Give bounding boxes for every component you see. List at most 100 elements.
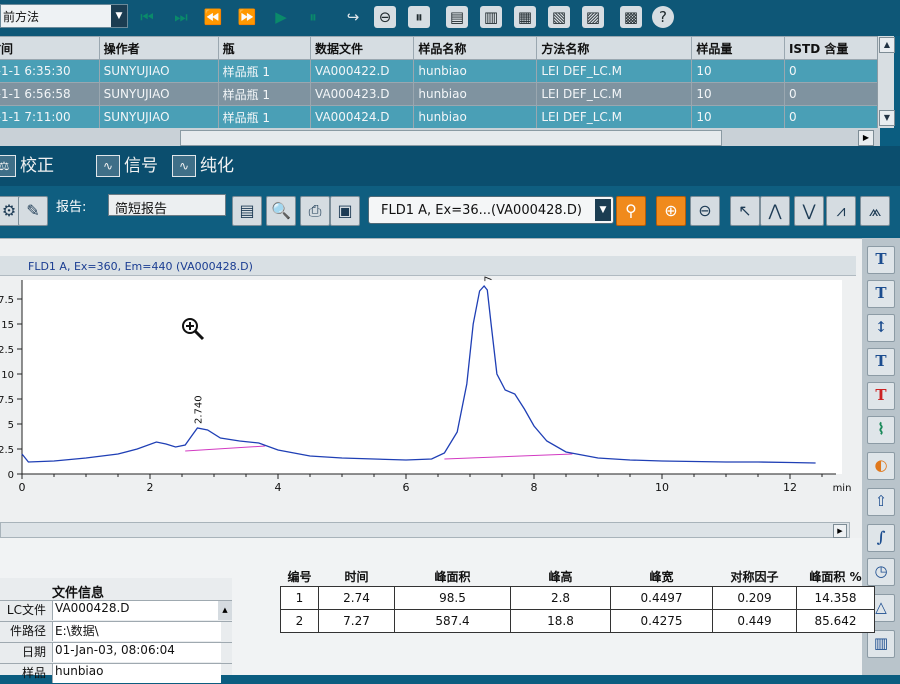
- integrate-icon[interactable]: ∫: [867, 524, 895, 552]
- report-icon[interactable]: ▨: [582, 6, 604, 28]
- calibration-icon: ⚖: [0, 155, 16, 177]
- sequence-horizontal-scrollbar[interactable]: ▶: [0, 128, 880, 146]
- scroll-right-icon[interactable]: ▶: [858, 130, 874, 146]
- play-icon[interactable]: ▶: [270, 6, 292, 28]
- chevron-down-icon[interactable]: ▼: [595, 199, 611, 221]
- method-select-label: 前方法: [3, 10, 40, 24]
- report-field[interactable]: 简短报告: [108, 194, 226, 217]
- column-header[interactable]: 时间: [0, 36, 100, 60]
- sequence-table-icon[interactable]: ▤: [446, 6, 468, 28]
- x-tick-label: 6: [403, 481, 410, 494]
- signal-select[interactable]: FLD1 A, Ex=36...(VA000428.D) ▼: [368, 196, 614, 224]
- peak-multi-icon[interactable]: ⩘: [826, 196, 856, 226]
- preview-icon[interactable]: 🔍: [266, 196, 296, 226]
- help-icon[interactable]: ?: [652, 6, 674, 28]
- print-icon[interactable]: ▧: [548, 6, 570, 28]
- pie-icon[interactable]: ◐: [867, 452, 895, 480]
- method-select[interactable]: 前方法 ▼: [0, 4, 128, 28]
- column-header[interactable]: 样品名称: [413, 36, 538, 60]
- y-tick-label: 0: [8, 470, 14, 481]
- stop-icon[interactable]: ⊖: [374, 6, 396, 28]
- tab-signal-label: 信号: [124, 156, 158, 176]
- pause-circle-icon[interactable]: ⏸: [408, 6, 430, 28]
- table-cell: 0: [783, 105, 880, 128]
- report-layout-icon[interactable]: ▤: [232, 196, 262, 226]
- peak-split-icon[interactable]: ⩕: [860, 196, 890, 226]
- peak-cell: 85.642: [796, 609, 875, 633]
- cursor-tool-icon[interactable]: ⚲: [616, 196, 646, 226]
- peak-cell: 14.358: [796, 586, 875, 610]
- peak-row[interactable]: 2 7.27 587.4 18.8 0.4275 0.449 85.642: [280, 609, 875, 633]
- chart-horizontal-scrollbar[interactable]: ▶: [0, 522, 850, 538]
- table-cell: 10: [691, 82, 785, 106]
- table-row[interactable]: 3-1-1 7:11:00SUNYUJIAO样品瓶 1VA000424.Dhun…: [0, 105, 880, 128]
- scroll-down-icon[interactable]: ▼: [879, 110, 895, 126]
- chevron-down-icon[interactable]: ▼: [111, 5, 127, 27]
- peak-column-header: 峰面积: [434, 569, 471, 584]
- table-row[interactable]: 3-1-1 6:56:58SUNYUJIAO样品瓶 1VA000423.Dhun…: [0, 82, 880, 106]
- redo-icon[interactable]: ↪: [342, 6, 364, 28]
- x-tick-label: 12: [783, 481, 797, 494]
- file-info-key: 件路径: [9, 624, 46, 638]
- column-header[interactable]: 瓶: [217, 36, 312, 60]
- text-T-icon[interactable]: T: [867, 280, 895, 308]
- scroll-thumb[interactable]: [180, 130, 722, 146]
- x-tick-label: 2: [147, 481, 154, 494]
- peak-icon[interactable]: ⌇: [867, 416, 895, 444]
- zoom-out-icon[interactable]: ⊖: [690, 196, 720, 226]
- x-tick-label: 8: [531, 481, 538, 494]
- prev-mark-icon[interactable]: ⏭: [170, 6, 192, 28]
- tab-purify[interactable]: ∿ 纯化: [172, 154, 234, 178]
- file-info-key: LC文件: [6, 603, 46, 617]
- plot-area: [22, 280, 842, 474]
- save-icon[interactable]: ▦: [514, 6, 536, 28]
- peak-down-icon[interactable]: ⋁: [794, 196, 824, 226]
- column-header[interactable]: 数据文件: [309, 36, 415, 60]
- y-tick-label: 17.5: [0, 295, 14, 306]
- up-arrow-icon[interactable]: ⇧: [867, 488, 895, 516]
- forward-icon[interactable]: ⏩: [236, 6, 258, 28]
- print-report-icon[interactable]: ⎙: [300, 196, 330, 226]
- table-cell: VA000422.D: [309, 59, 415, 83]
- load-icon[interactable]: ▥: [480, 6, 502, 28]
- report-label: 报告:: [56, 200, 87, 215]
- first-icon[interactable]: ⏮: [136, 6, 158, 28]
- peak-label: 2.740: [193, 395, 204, 424]
- arrow-T-icon[interactable]: ↕: [867, 314, 895, 342]
- zoom-in-icon[interactable]: ⊕: [656, 196, 686, 226]
- file-info-title: 文件信息: [52, 586, 105, 601]
- column-header[interactable]: 样品量: [691, 36, 785, 60]
- tab-signal[interactable]: ∿ 信号: [96, 154, 158, 178]
- table-cell: 10: [691, 59, 785, 83]
- scroll-right-icon[interactable]: ▶: [833, 524, 847, 538]
- select-arrow-icon[interactable]: ↖: [730, 196, 760, 226]
- table-cell: 3-1-1 6:56:58: [0, 82, 100, 106]
- column-header[interactable]: 方法名称: [536, 36, 693, 60]
- text-T2-icon[interactable]: T: [867, 348, 895, 376]
- chart-icon[interactable]: ▥: [867, 630, 895, 658]
- pause-icon[interactable]: ⏸: [302, 6, 324, 28]
- method-icon[interactable]: ▩: [620, 6, 642, 28]
- chromatogram-chart[interactable]: 0 2 4 6 8 10 12 min 0 2.5 5 7.5 10 12.5 15 17.5 2.740 7.2…: [0, 276, 856, 522]
- x-tick-label: 10: [655, 481, 669, 494]
- peak-up-icon[interactable]: ⋀: [760, 196, 790, 226]
- column-header[interactable]: 操作者: [98, 36, 219, 60]
- tab-calibration[interactable]: ⚖ 校正: [0, 154, 54, 178]
- back-icon[interactable]: ⏪: [202, 6, 224, 28]
- text-T-red-icon[interactable]: T: [867, 382, 895, 410]
- table-row[interactable]: 3-1-1 6:35:30SUNYUJIAO样品瓶 1VA000422.Dhun…: [0, 59, 880, 83]
- batch-icon[interactable]: ▣: [330, 196, 360, 226]
- peak-cell: 0.449: [712, 609, 797, 633]
- sequence-vertical-scrollbar[interactable]: ▲ ▼: [877, 36, 895, 128]
- peak-column-header: 峰宽: [649, 569, 674, 584]
- text-T-blue-icon[interactable]: T: [867, 246, 895, 274]
- table-cell: hunbiao: [413, 59, 538, 83]
- file-info-row: LC文件 VA000428.D ▲: [0, 600, 232, 621]
- report-field-value: 简短报告: [115, 202, 168, 217]
- column-header[interactable]: ISTD 含量: [783, 36, 880, 60]
- scroll-up-icon[interactable]: ▲: [879, 37, 895, 53]
- peak-row[interactable]: 1 2.74 98.5 2.8 0.4497 0.209 14.358: [280, 586, 875, 610]
- edit-icon[interactable]: ✎: [18, 196, 48, 226]
- scroll-up-icon[interactable]: ▲: [218, 601, 232, 620]
- table-cell: VA000423.D: [309, 82, 415, 106]
